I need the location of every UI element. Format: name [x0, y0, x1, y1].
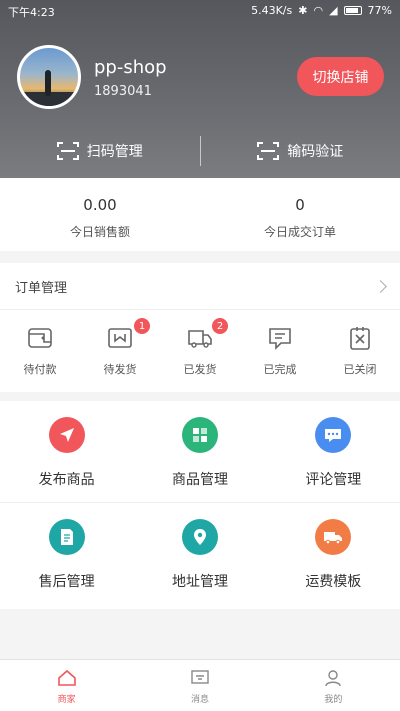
chevron-right-icon [374, 279, 387, 293]
comment-manage-button[interactable]: 评论管理 [267, 401, 400, 502]
status-right: 5.43K/s ✱ ◠ ◢ 77% [251, 4, 392, 17]
order-status-list: 待付款 1 待发货 2 已发货 已完成 已关闭 [0, 310, 400, 392]
order-status-shipped[interactable]: 2 已发货 [160, 310, 240, 392]
location-icon [181, 519, 218, 555]
message-icon [191, 670, 209, 684]
code-verify-label: 输码验证 [287, 144, 344, 160]
pending-shipment-badge: 1 [134, 318, 150, 334]
sales-label: 今日销售额 [69, 225, 130, 239]
tab-message[interactable]: 消息 [133, 660, 266, 711]
tab-label: 我的 [324, 695, 343, 705]
today-stats: 0.00 今日销售额 0 今日成交订单 [0, 178, 400, 251]
header-actions: 扫码管理 输码验证 [0, 133, 400, 169]
goods-manage-button[interactable]: 商品管理 [133, 401, 266, 502]
shipped-badge: 2 [212, 318, 228, 334]
status-bar: 下午4:23 5.43K/s ✱ ◠ ◢ 77% [0, 0, 400, 22]
sales-value: 0.00 [83, 196, 117, 214]
wallet-icon [28, 328, 52, 348]
order-status-label: 待发货 [103, 363, 137, 376]
stat-orders[interactable]: 0 今日成交订单 [200, 178, 400, 251]
avatar[interactable] [17, 45, 81, 109]
bluetooth-icon: ✱ [298, 4, 308, 17]
function-grid: 发布商品 商品管理 评论管理 售后管理 地址管理 运费模板 [0, 401, 400, 609]
order-management-row[interactable]: 订单管理 [0, 263, 400, 310]
scan-manage-button[interactable]: 扫码管理 [0, 141, 200, 161]
signal-icon: ◢ [329, 4, 338, 17]
grid-label: 发布商品 [38, 472, 95, 488]
app-root: 下午4:23 5.43K/s ✱ ◠ ◢ 77% pp-shop 1893041… [0, 0, 400, 711]
status-time: 下午4:23 [8, 6, 55, 19]
shipping-template-button[interactable]: 运费模板 [267, 503, 400, 603]
order-management: 订单管理 待付款 1 待发货 2 已发货 已完成 已关闭 [0, 263, 400, 392]
avatar-figure [45, 70, 51, 96]
scan-icon [56, 142, 79, 160]
orders-label: 今日成交订单 [263, 225, 336, 239]
tab-label: 商家 [57, 695, 76, 705]
closed-icon [350, 327, 370, 350]
bottom-nav: 商家 消息 我的 [0, 659, 400, 711]
orders-value: 0 [295, 196, 305, 214]
stat-sales[interactable]: 0.00 今日销售额 [0, 178, 200, 251]
tab-mine[interactable]: 我的 [267, 660, 400, 711]
order-status-closed[interactable]: 已关闭 [320, 310, 400, 392]
chat-icon [315, 417, 352, 453]
switch-shop-button[interactable]: 切换店铺 [297, 57, 384, 96]
home-icon [57, 669, 76, 686]
after-sale-manage-button[interactable]: 售后管理 [0, 503, 133, 603]
profile-icon [325, 670, 342, 687]
grid-label: 商品管理 [171, 472, 228, 488]
order-status-pending-payment[interactable]: 待付款 [0, 310, 80, 392]
address-manage-button[interactable]: 地址管理 [133, 503, 266, 603]
send-icon [48, 417, 85, 453]
order-status-label: 待付款 [23, 363, 57, 376]
shop-id: 1893041 [94, 84, 152, 99]
battery-percent: 77% [367, 4, 392, 17]
grid-row: 发布商品 商品管理 评论管理 [0, 401, 400, 503]
tab-merchant[interactable]: 商家 [0, 660, 133, 711]
code-verify-button[interactable]: 输码验证 [201, 141, 400, 161]
grid-label: 运费模板 [305, 574, 362, 590]
shop-header: 下午4:23 5.43K/s ✱ ◠ ◢ 77% pp-shop 1893041… [0, 0, 400, 178]
grid-label: 地址管理 [171, 574, 228, 590]
grid-row: 售后管理 地址管理 运费模板 [0, 503, 400, 603]
box-icon [108, 328, 132, 348]
wifi-icon: ◠ [313, 4, 324, 17]
order-status-label: 已发货 [183, 363, 217, 376]
order-management-title: 订单管理 [15, 280, 68, 296]
truck-icon [188, 330, 212, 348]
grid-label: 评论管理 [305, 472, 362, 488]
scan-manage-label: 扫码管理 [86, 144, 143, 160]
delivery-icon [315, 519, 352, 555]
goods-icon [181, 417, 218, 453]
grid-label: 售后管理 [38, 574, 95, 590]
comment-icon [269, 328, 291, 350]
network-speed: 5.43K/s [251, 4, 293, 17]
shop-name: pp-shop [94, 57, 167, 78]
order-status-label: 已完成 [263, 363, 297, 376]
order-status-completed[interactable]: 已完成 [240, 310, 320, 392]
order-status-label: 已关闭 [343, 363, 377, 376]
code-scan-icon [257, 142, 280, 160]
order-status-pending-shipment[interactable]: 1 待发货 [80, 310, 160, 392]
tab-label: 消息 [190, 695, 209, 705]
battery-icon [343, 6, 362, 15]
document-icon [48, 519, 85, 555]
publish-goods-button[interactable]: 发布商品 [0, 401, 133, 502]
